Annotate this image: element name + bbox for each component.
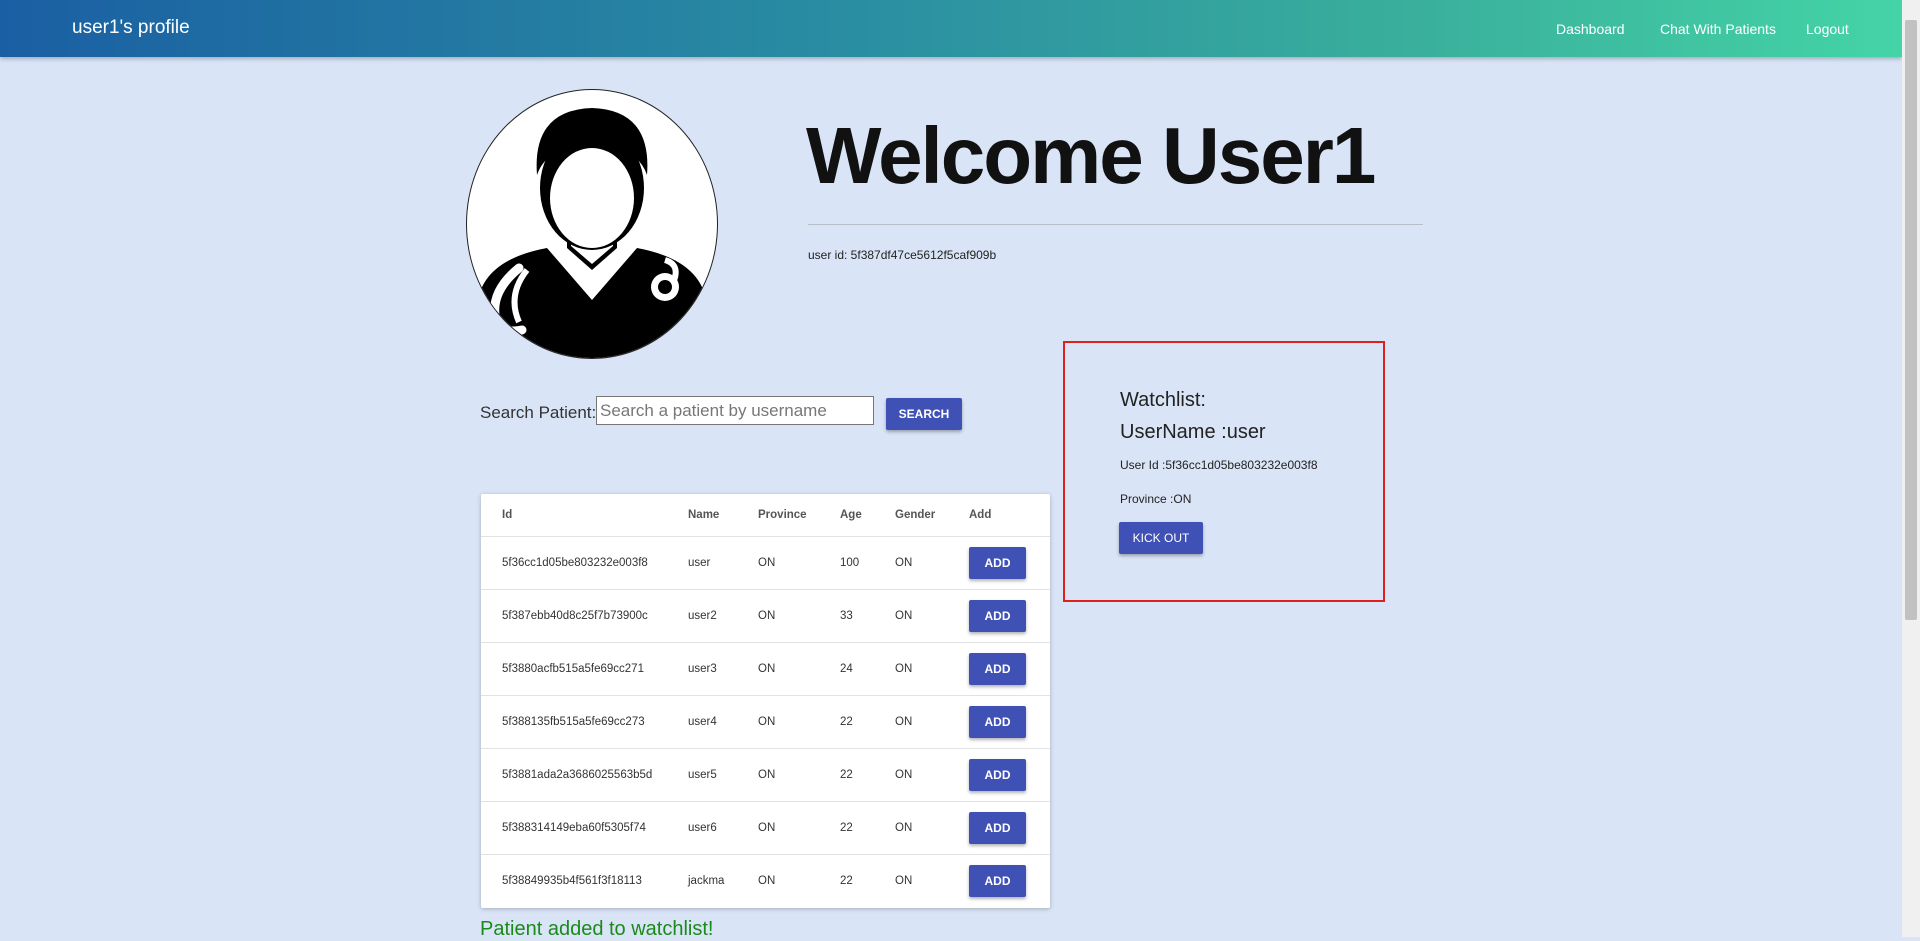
user-id-label: user id: 5f387df47ce5612f5caf909b — [808, 248, 997, 262]
cell-province: ON — [758, 642, 840, 696]
add-button[interactable]: ADD — [969, 759, 1026, 791]
cell-gender: ON — [895, 801, 969, 855]
cell-province: ON — [758, 875, 776, 887]
cell-province: ON — [758, 695, 840, 749]
table-row: 5f3881ada2a3686025563b5d user5 ON 22 ON … — [481, 748, 1050, 802]
page-scrollbar[interactable] — [1902, 0, 1920, 937]
cell-gender: ON — [895, 695, 969, 749]
cell-gender: ON — [895, 642, 969, 696]
add-button[interactable]: ADD — [969, 653, 1026, 685]
nav-link-dashboard[interactable]: Dashboard — [1556, 21, 1625, 37]
add-button[interactable]: ADD — [969, 865, 1026, 897]
watchlist-username: UserName :user — [1120, 421, 1266, 443]
cell-id: 5f388314149eba60f5305f74 — [481, 801, 688, 855]
cell-name: jackma — [688, 875, 725, 887]
doctor-avatar-icon — [466, 89, 718, 359]
brand-title: user1's profile — [72, 17, 190, 38]
cell-age: 33 — [840, 589, 895, 643]
watchlist-user-id: User Id :5f36cc1d05be803232e003f8 — [1120, 458, 1318, 472]
column-header-name: Name — [688, 494, 758, 537]
cell-gender: ON — [895, 536, 969, 590]
nav-link-logout[interactable]: Logout — [1806, 21, 1849, 37]
cell-id: 5f3881ada2a3686025563b5d — [481, 748, 688, 802]
status-message: Patient added to watchlist! — [480, 918, 714, 940]
column-header-id: Id — [481, 494, 688, 537]
search-label: Search Patient: — [480, 403, 597, 422]
add-button[interactable]: ADD — [969, 547, 1026, 579]
watchlist-province: Province :ON — [1120, 492, 1192, 506]
column-header-province: Province — [758, 494, 840, 537]
cell-id: 5f38849935b4f561f3f18113 — [502, 875, 642, 887]
cell-name: user6 — [688, 801, 758, 855]
table-row: 5f388314149eba60f5305f74 user6 ON 22 ON … — [481, 801, 1050, 855]
cell-add: ADD — [969, 589, 1050, 643]
watchlist-title: Watchlist: — [1120, 389, 1206, 411]
cell-id: 5f3880acfb515a5fe69cc271 — [481, 642, 688, 696]
table-header-row: Id Name Province Age Gender Add — [481, 494, 1050, 537]
cell-province: ON — [758, 801, 840, 855]
cell-age: 22 — [840, 875, 853, 887]
cell-name: user — [688, 536, 758, 590]
cell-age: 100 — [840, 536, 895, 590]
column-header-age: Age — [840, 494, 895, 537]
cell-gender: ON — [895, 875, 913, 887]
scrollbar-thumb[interactable] — [1905, 20, 1917, 620]
kick-out-button[interactable]: KICK OUT — [1119, 522, 1203, 554]
cell-province: ON — [758, 589, 840, 643]
cell-add: ADD — [969, 536, 1050, 590]
cell-add: ADD — [969, 748, 1050, 802]
cell-name: user4 — [688, 695, 758, 749]
table-row: 5f38849935b4f561f3f18113 jackma ON 22 ON… — [481, 855, 1050, 908]
cell-id: 5f388135fb515a5fe69cc273 — [481, 695, 688, 749]
cell-age: 24 — [840, 642, 895, 696]
cell-add: ADD — [969, 642, 1050, 696]
add-button[interactable]: ADD — [969, 706, 1026, 738]
nav-link-chat-with-patients[interactable]: Chat With Patients — [1660, 21, 1776, 37]
cell-age: 22 — [840, 695, 895, 749]
cell-province: ON — [758, 748, 840, 802]
top-navbar: user1's profile Dashboard Chat With Pati… — [0, 0, 1902, 57]
cell-add: ADD — [969, 695, 1050, 749]
column-header-gender: Gender — [895, 494, 969, 537]
cell-gender: ON — [895, 589, 969, 643]
add-button[interactable]: ADD — [969, 600, 1026, 632]
cell-age: 22 — [840, 748, 895, 802]
table-row: 5f388135fb515a5fe69cc273 user4 ON 22 ON … — [481, 695, 1050, 749]
cell-gender: ON — [895, 748, 969, 802]
table-row: 5f36cc1d05be803232e003f8 user ON 100 ON … — [481, 536, 1050, 590]
watchlist-panel: Watchlist: UserName :user User Id :5f36c… — [1063, 341, 1385, 602]
title-divider — [808, 224, 1423, 225]
cell-add: ADD — [969, 855, 1050, 908]
page-title: Welcome User1 — [806, 111, 1376, 200]
table-row: 5f387ebb40d8c25f7b73900c user2 ON 33 ON … — [481, 589, 1050, 643]
cell-add: ADD — [969, 801, 1050, 855]
add-button[interactable]: ADD — [969, 812, 1026, 844]
cell-province: ON — [758, 536, 840, 590]
cell-name: user2 — [688, 589, 758, 643]
search-input[interactable] — [596, 396, 874, 425]
search-button[interactable]: SEARCH — [886, 398, 962, 430]
cell-age: 22 — [840, 801, 895, 855]
cell-name: user3 — [688, 642, 758, 696]
patient-table: Id Name Province Age Gender Add 5f36cc1d… — [481, 494, 1050, 908]
cell-name: user5 — [688, 748, 758, 802]
cell-id: 5f387ebb40d8c25f7b73900c — [481, 589, 688, 643]
cell-id: 5f36cc1d05be803232e003f8 — [481, 536, 688, 590]
column-header-add: Add — [969, 494, 1050, 537]
table-row: 5f3880acfb515a5fe69cc271 user3 ON 24 ON … — [481, 642, 1050, 696]
